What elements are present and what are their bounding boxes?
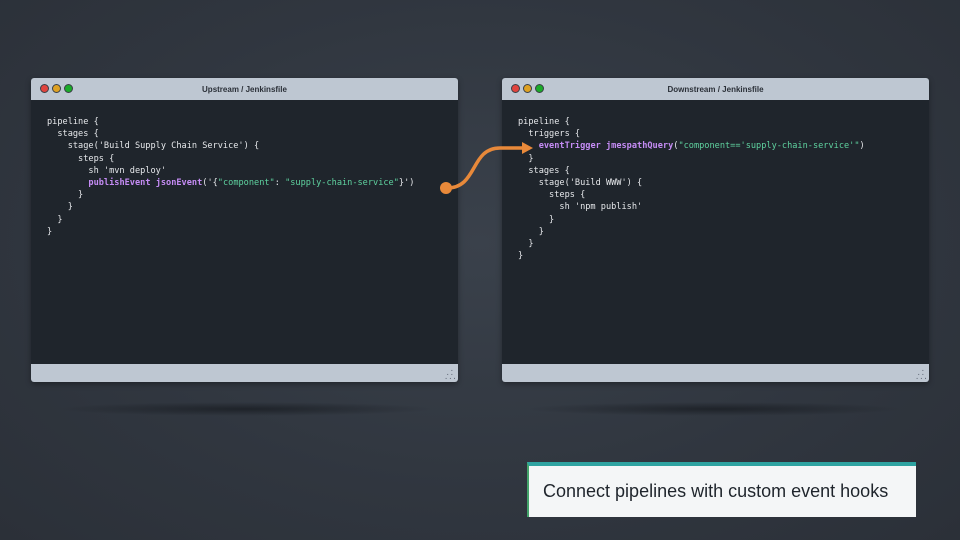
- status-bar: · ·· ···: [31, 364, 458, 382]
- code-text: :: [274, 177, 286, 188]
- code-text: stages {: [47, 129, 99, 140]
- status-bar: · ·· ···: [502, 364, 929, 382]
- code-editor[interactable]: pipeline { triggers { eventTrigger jmesp…: [518, 116, 865, 262]
- window-shadow: [525, 402, 905, 416]
- code-text: }: [47, 214, 63, 225]
- code-text: sh 'npm publish': [518, 202, 643, 213]
- resize-grip-icon[interactable]: · ·· ···: [915, 368, 928, 383]
- code-line: stages {: [518, 165, 865, 177]
- code-line: stages {: [47, 128, 414, 140]
- code-line: pipeline {: [47, 116, 414, 128]
- code-text: }: [518, 238, 534, 249]
- code-line: pipeline {: [518, 116, 865, 128]
- code-line: }: [47, 214, 414, 226]
- minimize-button[interactable]: [52, 84, 61, 93]
- downstream-editor-window: Downstream / Jenkinsfile pipeline { trig…: [502, 78, 929, 382]
- code-text: sh 'mvn deploy': [47, 165, 166, 176]
- code-keyword: jmespathQuery: [605, 141, 674, 152]
- window-titlebar[interactable]: Upstream / Jenkinsfile: [31, 78, 458, 100]
- code-text: stage('Build WWW') {: [518, 177, 643, 188]
- code-line: stage('Build Supply Chain Service') {: [47, 140, 414, 152]
- code-text: ): [859, 141, 865, 152]
- code-line: }: [518, 226, 865, 238]
- code-text: }: [47, 202, 73, 213]
- code-text: pipeline {: [47, 117, 99, 127]
- maximize-button[interactable]: [64, 84, 73, 93]
- code-line: }: [518, 214, 865, 226]
- code-text: }: [47, 190, 84, 201]
- code-string: "supply-chain-service": [285, 177, 399, 188]
- code-string: "component": [217, 177, 275, 188]
- code-line: eventTrigger jmespathQuery("component=='…: [518, 140, 865, 152]
- window-controls: [40, 84, 73, 93]
- code-line: }: [518, 250, 865, 262]
- code-line: }: [518, 153, 865, 165]
- code-text: }'): [398, 177, 415, 188]
- code-line: steps {: [518, 189, 865, 201]
- window-title: Downstream / Jenkinsfile: [667, 84, 764, 94]
- close-button[interactable]: [40, 84, 49, 93]
- upstream-editor-window: Upstream / Jenkinsfile pipeline { stages…: [31, 78, 458, 382]
- minimize-button[interactable]: [523, 84, 532, 93]
- code-line: }: [518, 238, 865, 250]
- code-text: stages {: [518, 165, 570, 176]
- code-keyword: eventTrigger: [538, 141, 601, 152]
- resize-grip-icon[interactable]: · ·· ···: [444, 368, 457, 383]
- code-text: pipeline {: [518, 117, 570, 127]
- code-text: }: [518, 251, 524, 262]
- code-line: }: [47, 201, 414, 213]
- close-button[interactable]: [511, 84, 520, 93]
- caption-text: Connect pipelines with custom event hook…: [543, 481, 889, 501]
- code-text: steps {: [518, 190, 586, 201]
- code-line: sh 'npm publish': [518, 201, 865, 213]
- code-line: }: [47, 189, 414, 201]
- code-keyword: jsonEvent: [155, 177, 203, 188]
- window-titlebar[interactable]: Downstream / Jenkinsfile: [502, 78, 929, 100]
- code-text: }: [518, 153, 534, 164]
- window-controls: [511, 84, 544, 93]
- caption-box: Connect pipelines with custom event hook…: [527, 462, 916, 517]
- code-text: ('{: [202, 177, 218, 188]
- code-text: steps {: [47, 153, 115, 164]
- code-text: }: [518, 214, 555, 225]
- code-text: stage('Build Supply Chain Service') {: [47, 141, 260, 152]
- window-title: Upstream / Jenkinsfile: [202, 84, 287, 94]
- code-keyword: publishEvent: [88, 177, 151, 188]
- code-string: "component=='supply-chain-service'": [678, 141, 860, 152]
- code-line: sh 'mvn deploy': [47, 165, 414, 177]
- code-line: stage('Build WWW') {: [518, 177, 865, 189]
- code-line: steps {: [47, 153, 414, 165]
- maximize-button[interactable]: [535, 84, 544, 93]
- code-editor[interactable]: pipeline { stages { stage('Build Supply …: [47, 116, 414, 238]
- code-text: }: [47, 226, 53, 237]
- code-line: triggers {: [518, 128, 865, 140]
- code-line: publishEvent jsonEvent('{"component": "s…: [47, 177, 414, 189]
- code-text: triggers {: [518, 129, 581, 140]
- code-text: }: [518, 226, 544, 237]
- window-shadow: [55, 402, 435, 416]
- code-line: }: [47, 226, 414, 238]
